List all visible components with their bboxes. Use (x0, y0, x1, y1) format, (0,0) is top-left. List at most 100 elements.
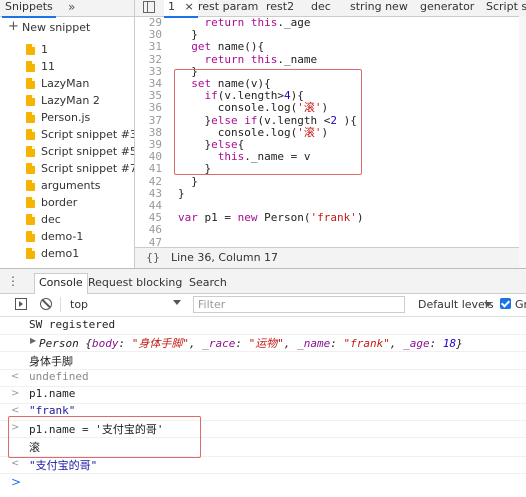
snippet-item[interactable]: Script snippet #3 (0, 126, 134, 143)
toggle-navigator-icon[interactable] (143, 1, 155, 13)
line-number[interactable]: 41 (135, 163, 162, 175)
code-line[interactable]: var p1 = new Person('frank') (178, 212, 363, 224)
tab-request-blocking[interactable]: Request blocking (88, 276, 182, 289)
editor-scrollbar[interactable] (519, 16, 526, 268)
close-icon[interactable]: × (185, 0, 194, 13)
chevron-down-icon[interactable] (484, 302, 492, 307)
line-number[interactable]: 47 (135, 236, 162, 246)
line-number[interactable]: 44 (135, 200, 162, 212)
command-text: p1.name (29, 387, 76, 400)
line-number[interactable]: 29 (135, 17, 162, 29)
file-icon (26, 180, 35, 191)
log-levels-dropdown[interactable]: Default levels (418, 298, 494, 311)
line-number[interactable]: 33 (135, 65, 162, 78)
code-line[interactable]: return this._age (178, 17, 311, 29)
log-text: 身体手脚 (29, 355, 73, 368)
line-number[interactable]: 36 (135, 102, 162, 114)
line-number[interactable]: 32 (135, 53, 162, 66)
new-snippet-button[interactable]: New snippet (22, 20, 90, 36)
group-similar-label: Gro (515, 298, 526, 311)
console-message: 身体手脚 (0, 351, 526, 370)
tab-generator[interactable]: generator (420, 0, 474, 16)
line-number[interactable]: 37 (135, 114, 162, 127)
highlight-box (174, 69, 362, 175)
line-number[interactable]: 31 (135, 41, 162, 53)
editor-tab-label: 1 (168, 0, 175, 13)
snippet-item[interactable]: LazyMan 2 (0, 92, 134, 109)
snippet-item[interactable]: Script snippet #53 (0, 143, 134, 160)
console-message: ▶ Person {body: "身体手脚", _race: "运物", _na… (0, 334, 526, 352)
snippet-list: 1 11 LazyMan LazyMan 2 Person.js Script snipp… (0, 41, 134, 261)
log-text: SW registered (29, 318, 116, 331)
show-sidebar-icon[interactable] (15, 298, 27, 310)
line-number[interactable]: 43 (135, 187, 162, 200)
snippet-item[interactable]: Script snippet #7 (0, 160, 134, 177)
line-number[interactable]: 45 (135, 212, 162, 224)
result-value: undefined (29, 370, 89, 383)
file-icon (26, 112, 35, 123)
snippet-item[interactable]: demo-1 (0, 228, 134, 245)
tab-search[interactable]: Search (189, 276, 227, 289)
drawer-menu-icon[interactable]: ⋮ (7, 274, 19, 288)
tab-rest-param[interactable]: rest param (198, 0, 258, 16)
result-arrow-icon: < (11, 405, 20, 416)
line-number[interactable]: 34 (135, 78, 162, 90)
tab-dec[interactable]: dec (311, 0, 331, 16)
file-icon (26, 163, 35, 174)
line-number[interactable]: 38 (135, 126, 162, 139)
line-number[interactable]: 40 (135, 151, 162, 163)
result-arrow-icon: < (11, 371, 20, 382)
snippet-item[interactable]: arguments (0, 177, 134, 194)
console-prompt[interactable]: > (11, 475, 21, 489)
tab-editor-1[interactable]: 1 × (164, 0, 198, 18)
group-similar-checkbox[interactable] (500, 298, 511, 309)
code-line[interactable]: } (178, 29, 198, 41)
snippet-item[interactable]: border (0, 194, 134, 211)
line-number[interactable]: 39 (135, 139, 162, 151)
snippet-item[interactable]: 1 (0, 41, 134, 58)
snippet-label: dec (41, 213, 61, 226)
file-icon (26, 146, 35, 157)
code-line[interactable]: get name(){ (178, 41, 264, 53)
pretty-print-icon[interactable]: {} (146, 251, 160, 264)
input-arrow-icon: > (11, 388, 20, 399)
snippet-item[interactable]: dec (0, 211, 134, 228)
snippet-item[interactable]: 11 (0, 58, 134, 75)
snippet-label: Person.js (41, 111, 91, 124)
chevron-down-icon[interactable] (173, 300, 181, 305)
file-icon (26, 78, 35, 89)
line-number[interactable]: 30 (135, 29, 162, 41)
code-line[interactable]: return this._name (178, 53, 318, 66)
filter-input[interactable] (193, 296, 405, 313)
tab-rest2[interactable]: rest2 (266, 0, 294, 16)
code-line[interactable]: } (178, 175, 198, 188)
more-tabs-icon[interactable]: » (68, 0, 75, 14)
plus-icon[interactable]: + (8, 19, 19, 35)
expand-triangle-icon[interactable]: ▶ (30, 336, 36, 345)
line-number[interactable]: 35 (135, 90, 162, 102)
file-icon (26, 197, 35, 208)
snippet-label: demo1 (41, 247, 80, 260)
console-message: SW registered (0, 317, 526, 335)
snippet-label: LazyMan 2 (41, 94, 100, 107)
tab-script-snippet[interactable]: Script sni (486, 0, 526, 16)
object-preview[interactable]: Person {body: "身体手脚", _race: "运物", _name… (39, 335, 463, 351)
file-icon (26, 129, 35, 140)
file-icon (26, 44, 35, 55)
snippet-label: 1 (41, 43, 48, 56)
snippet-label: Script snippet #3 (41, 128, 134, 141)
clear-console-icon[interactable] (40, 298, 52, 310)
snippet-item[interactable]: Person.js (0, 109, 134, 126)
file-icon (26, 231, 35, 242)
tab-snippets[interactable]: Snippets (2, 0, 56, 18)
code-line[interactable]: } (178, 187, 185, 200)
snippet-item[interactable]: LazyMan (0, 75, 134, 92)
snippet-item[interactable]: demo1 (0, 245, 134, 261)
tab-string-new[interactable]: string new (350, 0, 408, 16)
context-selector[interactable]: top (70, 297, 185, 312)
tab-console[interactable]: Console (34, 273, 88, 294)
snippet-label: LazyMan (41, 77, 90, 90)
result-value: "支付宝的哥" (29, 459, 98, 472)
line-number[interactable]: 42 (135, 175, 162, 188)
line-number[interactable]: 46 (135, 224, 162, 236)
